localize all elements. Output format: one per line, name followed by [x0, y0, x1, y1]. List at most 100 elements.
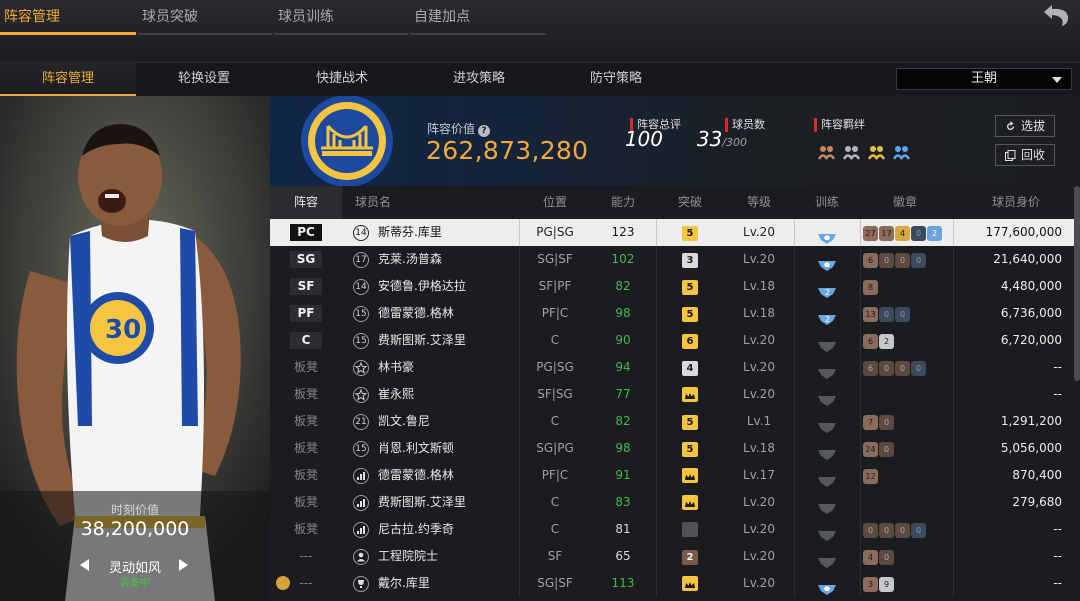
player-ability: 91 [615, 468, 631, 482]
subtab-offense-strategy[interactable]: 进攻策略 [411, 63, 547, 96]
col-player-value: 球员身价 [991, 195, 1040, 209]
table-row[interactable]: 板凳 林书豪 PG|SG 94 4 Lv.20 6 0 0 0 -- [270, 354, 1080, 381]
coin-icon [276, 576, 290, 590]
training-shield-icon[interactable] [818, 254, 836, 271]
player-level: Lv.1 [746, 414, 772, 428]
lineup-slot: 板凳 [293, 387, 318, 401]
crown-icon [682, 576, 698, 591]
player-position: PF|C [541, 306, 569, 320]
tab-player-training[interactable]: 球员训练 [274, 0, 408, 36]
col-badges: 徽章 [892, 195, 917, 209]
player-position: SG|PG [536, 441, 574, 455]
app-root: 阵容管理 球员突破 球员训练 自建加点 阵容管理 轮换设置 快捷战术 进攻策略 … [0, 0, 1080, 601]
select-button[interactable]: 选拔 [995, 115, 1055, 137]
training-shield-icon[interactable] [818, 551, 836, 568]
badge-count: 27 [863, 226, 878, 241]
training-shield-icon[interactable] [818, 389, 836, 406]
breakthrough-level: 5 [682, 442, 698, 457]
table-row[interactable]: 板凳 15 肖恩.利文斯顿 SG|PG 98 5 Lv.18 24 0 5,056,000 [270, 435, 1080, 462]
player-position: SG|SF [537, 576, 573, 590]
training-shield-icon[interactable] [818, 578, 836, 595]
training-cell [794, 516, 860, 543]
training-shield-icon[interactable] [818, 362, 836, 379]
training-shield-icon[interactable] [818, 470, 836, 487]
tab-player-breakthrough[interactable]: 球员突破 [138, 0, 272, 36]
player-value: 870,400 [1012, 468, 1062, 482]
player-position: SF|PF [538, 279, 572, 293]
table-row[interactable]: C 15 费斯图斯.艾泽里 C 90 6 Lv.20 6 2 6,720,000 [270, 327, 1080, 354]
player-value: 6,736,000 [1000, 306, 1062, 320]
bond-icon-bronze[interactable] [817, 143, 836, 160]
player-name: 工程院院士 [378, 549, 439, 563]
table-row[interactable]: PF 15 德雷蒙德.格林 PF|C 98 5 Lv.18 2 13 0 0 6,736,000 [270, 300, 1080, 327]
badge-count: 2 [927, 226, 942, 241]
player-position: PF|C [541, 468, 569, 482]
subtab-defense-strategy[interactable]: 防守策略 [548, 63, 684, 96]
arrow-right-icon[interactable] [178, 559, 188, 571]
col-level: 等级 [746, 195, 771, 209]
tab-label: 阵容管理 [4, 9, 60, 25]
bond-icon-gold[interactable] [868, 143, 886, 160]
bond-icon-blue[interactable] [893, 143, 911, 160]
player-value: 21,640,000 [993, 252, 1062, 266]
tab-custom-points[interactable]: 自建加点 [410, 0, 546, 36]
bond-icon-silver[interactable] [843, 143, 861, 160]
player-ability: 81 [615, 522, 631, 536]
player-ability: 90 [615, 333, 631, 347]
badge-count: 0 [863, 523, 878, 538]
training-shield-icon[interactable] [818, 443, 836, 460]
training-shield-icon[interactable]: 2 [818, 308, 836, 325]
tab-lineup-management[interactable]: 阵容管理 [0, 0, 136, 36]
table-row[interactable]: SG 17 克莱.汤普森 SG|SF 102 3 Lv.20 6 0 0 0 21,640,000 [270, 246, 1080, 273]
table-row[interactable]: SF 14 安德鲁.伊格达拉 SF|PF 82 5 Lv.18 2 8 4,480,000 [270, 273, 1080, 300]
training-shield-icon[interactable] [818, 524, 836, 541]
table-row[interactable]: 板凳 崔永熙 SF|SG 77 Lv.20 -- [270, 381, 1080, 408]
recycle-button[interactable]: 回收 [995, 144, 1055, 166]
breakthrough-level: 2 [682, 550, 698, 565]
table-row[interactable]: PC 14 斯蒂芬.库里 PG|SG 123 5 Lv.20 27 17 4 0 2 177,600,0… [270, 219, 1080, 246]
subtab-quick-tactics[interactable]: 快捷战术 [274, 63, 410, 96]
table-row[interactable]: 板凳 尼古拉.约季奇 C 81 Lv.20 0 0 0 0 -- [270, 516, 1080, 543]
scrollbar[interactable] [1074, 186, 1080, 381]
lineup-slot: PF [270, 300, 342, 327]
lineup-slot: 板凳 [293, 468, 318, 482]
lineup-slot: 板凳 [293, 441, 318, 455]
player-value: 177,600,000 [985, 225, 1062, 239]
player-ability: 98 [615, 306, 631, 320]
training-shield-icon[interactable]: 2 [818, 281, 836, 298]
badge-count: 0 [879, 523, 894, 538]
training-shield-icon[interactable] [818, 227, 836, 244]
subtab-rotation-settings[interactable]: 轮换设置 [136, 63, 272, 96]
sub-tab-bar: 阵容管理 轮换设置 快捷战术 进攻策略 防守策略 王朝 [0, 62, 1080, 96]
player-name: 林书豪 [378, 360, 415, 374]
training-shield-icon[interactable] [818, 497, 836, 514]
table-row[interactable]: --- 戴尔.库里 SG|SF 113 Lv.20 3 9 -- [270, 570, 1080, 597]
player-name: 尼古拉.约季奇 [378, 522, 454, 536]
badge-count: 0 [895, 361, 910, 376]
breakthrough-empty-icon [682, 522, 698, 537]
breakthrough-level: 5 [682, 415, 698, 430]
player-ability: 123 [611, 225, 635, 239]
jersey-number: 15 [353, 333, 369, 349]
lineup-slot: 板凳 [293, 360, 318, 374]
training-shield-icon[interactable] [818, 416, 836, 433]
team-bond-label: 阵容羁绊 [814, 118, 865, 132]
training-shield-icon[interactable] [818, 335, 836, 352]
jersey-number: 15 [353, 441, 369, 457]
lineup-slot-label: SF [290, 278, 322, 295]
back-arrow-icon[interactable] [1038, 2, 1074, 28]
team-select-dropdown[interactable]: 王朝 [896, 68, 1072, 90]
player-position: PG|SG [536, 225, 574, 239]
subtab-lineup-management[interactable]: 阵容管理 [0, 63, 136, 96]
table-row[interactable]: --- 工程院院士 SF 65 2 Lv.20 4 0 -- [270, 543, 1080, 570]
player-position: C [550, 522, 560, 536]
player-ability: 82 [615, 414, 631, 428]
table-row[interactable]: 板凳 德雷蒙德.格林 PF|C 91 Lv.17 12 870,400 [270, 462, 1080, 489]
lineup-slot: SG [270, 246, 342, 273]
player-type-icon [353, 549, 369, 565]
player-value: 4,480,000 [1000, 279, 1062, 293]
table-row[interactable]: 板凳 费斯图斯.艾泽里 C 83 Lv.20 279,680 [270, 489, 1080, 516]
skill-equipped-status: 装备中 [120, 578, 150, 589]
player-name: 凯文.鲁尼 [378, 414, 430, 428]
table-row[interactable]: 板凳 21 凯文.鲁尼 C 82 5 Lv.1 7 0 1,291,200 [270, 408, 1080, 435]
